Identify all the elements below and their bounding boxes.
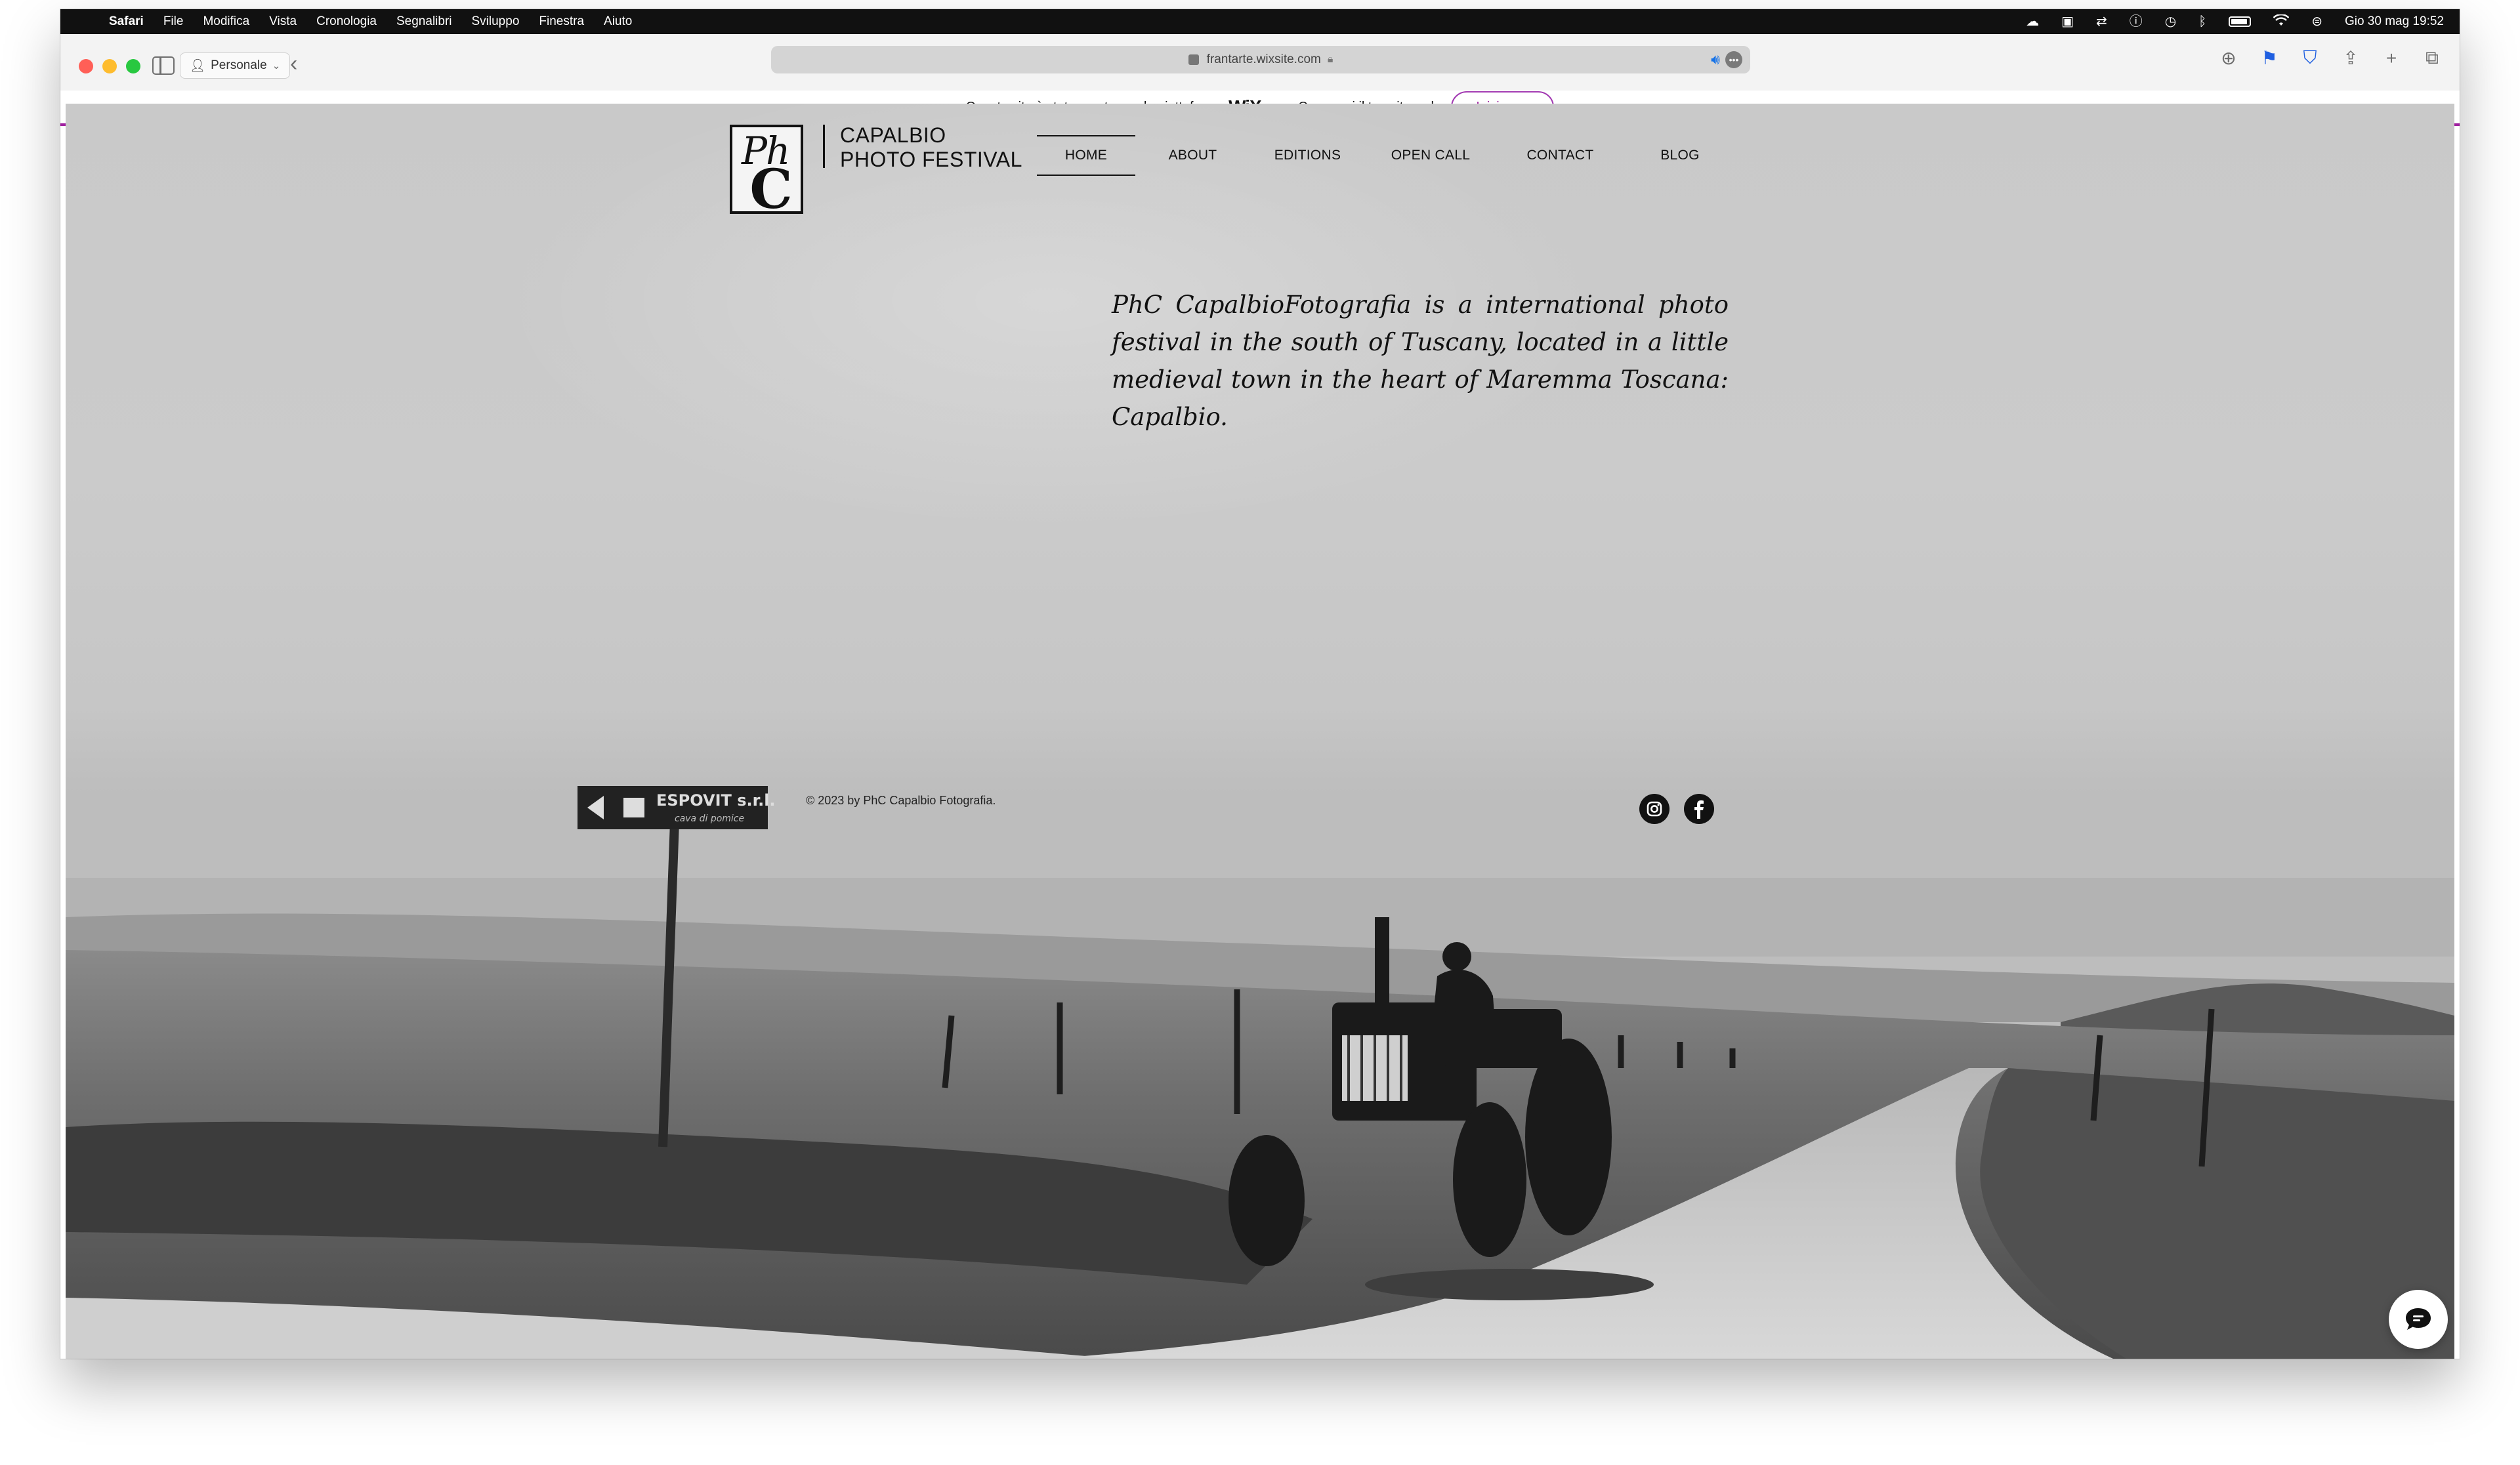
speaker-icon[interactable]: 🔊︎ bbox=[1711, 51, 1720, 68]
menu-bar: Safari File Modifica Vista Cronologia Se… bbox=[60, 9, 2460, 34]
creative-cloud-icon[interactable]: ☁ bbox=[2026, 15, 2039, 28]
profile-label: Personale bbox=[211, 58, 267, 72]
url-text: frantarte.wixsite.com bbox=[1206, 52, 1321, 66]
display-icon[interactable]: ▣ bbox=[2061, 15, 2074, 28]
shield-icon[interactable]: ⛉ bbox=[2300, 47, 2320, 69]
site-brand-name[interactable]: CAPALBIO PHOTO FESTIVAL bbox=[840, 123, 1022, 172]
intro-paragraph: PhC CapalbioFotografia is a internationa… bbox=[1112, 291, 1729, 431]
control-center-icon[interactable]: ⊜ bbox=[2311, 15, 2322, 28]
more-options-icon[interactable]: ••• bbox=[1725, 51, 1742, 68]
facebook-icon[interactable] bbox=[1684, 794, 1714, 824]
brand-line-1: CAPALBIO bbox=[840, 123, 946, 147]
social-links bbox=[1639, 794, 1714, 824]
zoom-window-button[interactable] bbox=[126, 59, 140, 73]
browser-window: Safari File Modifica Vista Cronologia Se… bbox=[60, 9, 2460, 1359]
extension-icon[interactable]: ⚑ bbox=[2259, 47, 2280, 69]
road-sign-text: ESPOVIT s.r.l. bbox=[656, 791, 776, 810]
menu-finestra[interactable]: Finestra bbox=[539, 14, 584, 29]
phc-logo[interactable]: Ph C bbox=[730, 125, 803, 221]
menu-sviluppo[interactable]: Sviluppo bbox=[472, 14, 520, 29]
nav-open-call[interactable]: OPEN CALL bbox=[1365, 135, 1496, 176]
brand-line-2: PHOTO FESTIVAL bbox=[840, 148, 1022, 171]
person-icon: 👤︎ bbox=[190, 59, 206, 73]
menu-aiuto[interactable]: Aiuto bbox=[604, 14, 632, 29]
tab-overview-icon[interactable]: ⧉ bbox=[2422, 47, 2443, 69]
back-button[interactable]: ‹ bbox=[290, 51, 297, 77]
menu-cronologia[interactable]: Cronologia bbox=[316, 14, 377, 29]
nav-home[interactable]: HOME bbox=[1037, 135, 1135, 176]
instagram-icon[interactable] bbox=[1639, 794, 1670, 824]
logo-c-text: C bbox=[749, 158, 793, 221]
chat-bubble-icon bbox=[2406, 1308, 2431, 1330]
status-tray: ☁ ▣ ⇄ ⓘ ◷ ᛒ ⊜ Gio 30 mag 19:52 bbox=[2026, 13, 2444, 29]
wifi-icon[interactable] bbox=[2273, 13, 2290, 29]
lock-icon: 🔒︎ bbox=[1327, 54, 1334, 65]
road-sign-subtext: cava di pomice bbox=[675, 814, 744, 824]
nav-contact[interactable]: CONTACT bbox=[1496, 135, 1624, 176]
website-viewport: ESPOVIT s.r.l. cava di pomice Ph C CAPAL… bbox=[66, 104, 2454, 1359]
nav-about[interactable]: ABOUT bbox=[1135, 135, 1250, 176]
bluetooth-icon[interactable]: ᛒ bbox=[2198, 15, 2206, 28]
battery-icon[interactable] bbox=[2229, 16, 2252, 27]
new-tab-icon[interactable]: + bbox=[2381, 48, 2402, 69]
toolbar-actions: ⊕ ⚑ ⛉ ⇪ + ⧉ bbox=[2218, 47, 2443, 69]
close-window-button[interactable] bbox=[79, 59, 93, 73]
info-icon[interactable]: ⓘ bbox=[2130, 15, 2143, 28]
menu-file[interactable]: File bbox=[163, 14, 184, 29]
download-icon[interactable]: ⊕ bbox=[2218, 47, 2239, 69]
chevron-down-icon: ⌄ bbox=[272, 60, 281, 72]
menu-vista[interactable]: Vista bbox=[269, 14, 297, 29]
menu-clock[interactable]: Gio 30 mag 19:52 bbox=[2345, 14, 2444, 29]
copyright-text: © 2023 by PhC Capalbio Fotografia. bbox=[806, 794, 996, 807]
brand-divider bbox=[823, 125, 825, 168]
nav-blog[interactable]: BLOG bbox=[1624, 135, 1736, 176]
menu-segnalibri[interactable]: Segnalibri bbox=[396, 14, 452, 29]
profile-selector[interactable]: 👤︎ Personale ⌄ bbox=[180, 52, 291, 79]
share-icon[interactable]: ⇪ bbox=[2340, 47, 2361, 69]
site-favicon-icon bbox=[1188, 54, 1199, 65]
window-controls bbox=[79, 59, 140, 73]
main-navigation: HOME ABOUT EDITIONS OPEN CALL CONTACT BL… bbox=[1037, 135, 1736, 176]
nav-editions[interactable]: EDITIONS bbox=[1250, 135, 1365, 176]
browser-toolbar: 👤︎ Personale ⌄ ‹ frantarte.wixsite.com 🔒… bbox=[60, 34, 2460, 126]
sidebar-toggle-icon[interactable] bbox=[152, 56, 175, 75]
menu-modifica[interactable]: Modifica bbox=[203, 14, 249, 29]
sync-icon[interactable]: ⇄ bbox=[2096, 15, 2107, 28]
minimize-window-button[interactable] bbox=[102, 59, 117, 73]
menu-app-safari[interactable]: Safari bbox=[109, 14, 144, 29]
address-bar[interactable]: frantarte.wixsite.com 🔒︎ 🔊︎ ••• bbox=[771, 46, 1750, 73]
time-machine-icon[interactable]: ◷ bbox=[2165, 15, 2176, 28]
chat-widget-button[interactable] bbox=[2389, 1290, 2448, 1349]
